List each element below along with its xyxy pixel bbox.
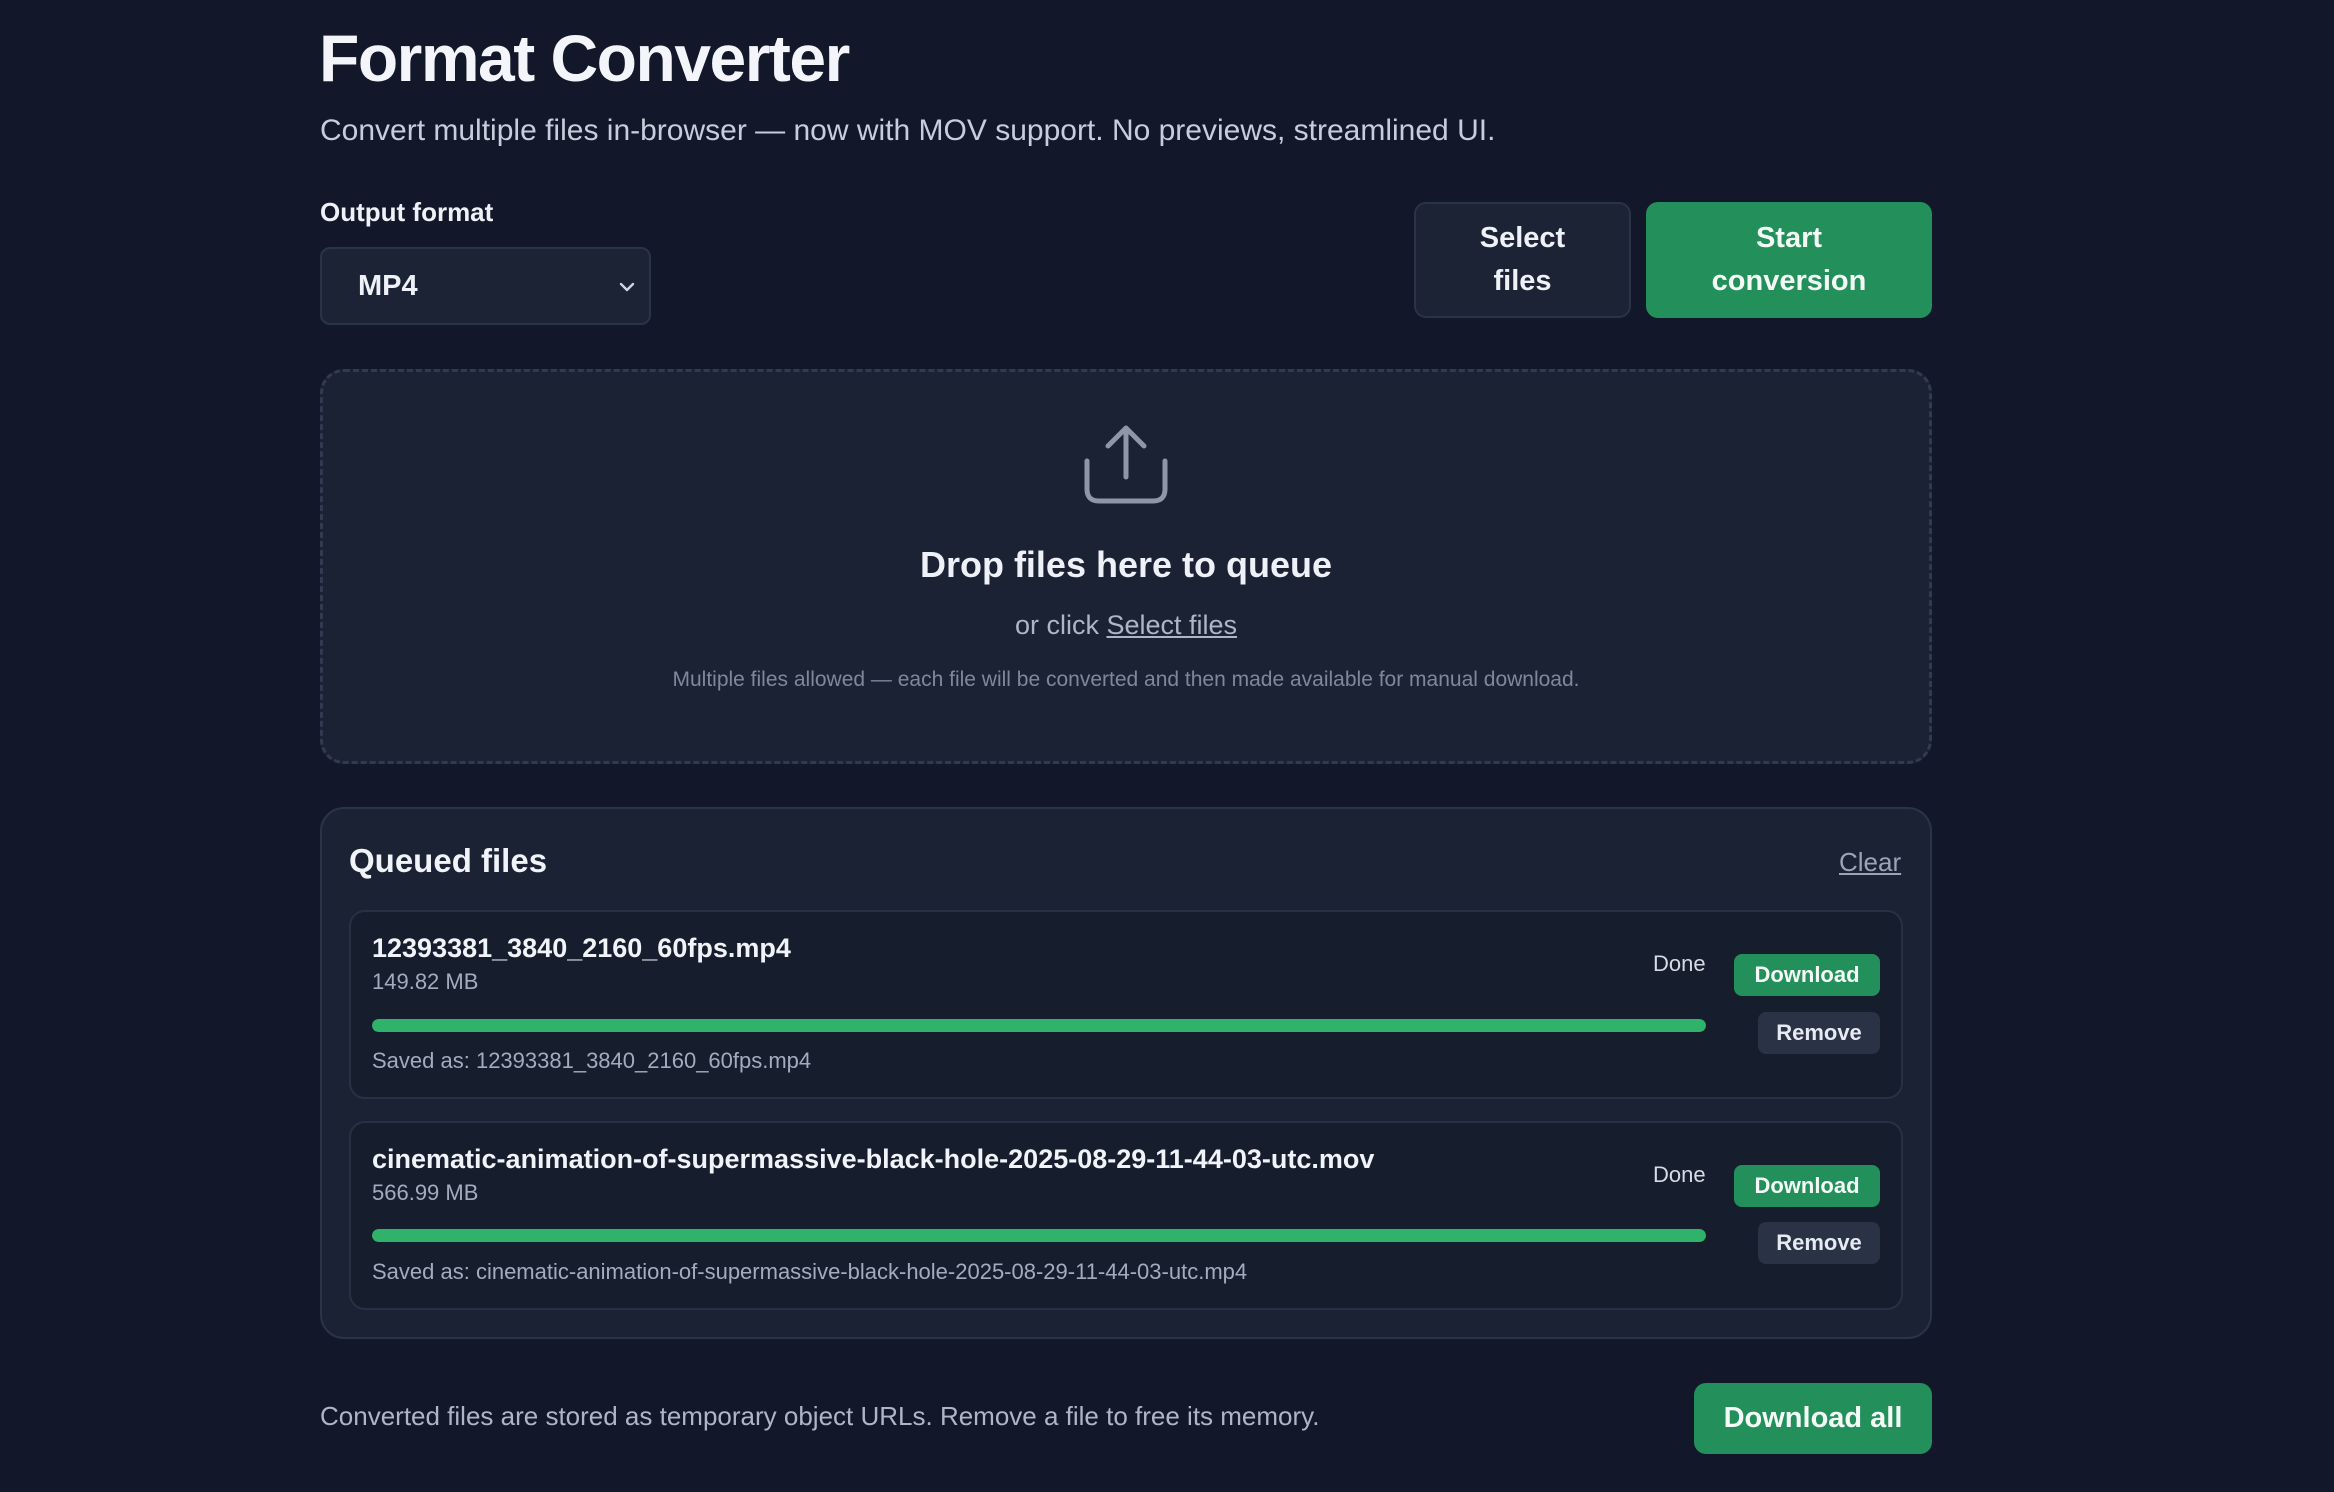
progress-fill <box>372 1229 1706 1242</box>
dropzone-subtitle: or click Select files <box>320 610 1932 641</box>
footer-note: Converted files are stored as temporary … <box>320 1401 1320 1431</box>
dropzone-hint: Multiple files allowed — each file will … <box>672 668 1580 691</box>
file-status: Done <box>1653 1162 1706 1187</box>
file-name: 12393381_3840_2160_60fps.mp4 <box>372 933 791 963</box>
progress-bar <box>372 1019 1706 1032</box>
output-format-select[interactable]: MP4 <box>320 247 651 325</box>
start-conversion-button[interactable]: Start conversion <box>1646 202 1932 318</box>
file-size: 566.99 MB <box>372 1180 479 1205</box>
remove-button[interactable]: Remove <box>1758 1012 1880 1054</box>
page-title: Format Converter <box>319 21 850 95</box>
chevron-down-icon <box>619 282 635 292</box>
download-button[interactable]: Download <box>1734 954 1880 996</box>
clear-queue-link[interactable]: Clear <box>1839 847 1901 878</box>
download-all-button[interactable]: Download all <box>1694 1383 1932 1454</box>
select-files-link[interactable]: Select files <box>1106 610 1237 640</box>
upload-icon <box>1084 425 1168 504</box>
saved-as-text: Saved as: cinematic-animation-of-superma… <box>372 1259 1248 1284</box>
progress-bar <box>372 1229 1706 1242</box>
file-name: cinematic-animation-of-supermassive-blac… <box>372 1144 1375 1174</box>
output-format-value: MP4 <box>358 269 418 302</box>
page-subtitle: Convert multiple files in-browser — now … <box>320 114 1496 147</box>
queue-title: Queued files <box>349 842 548 879</box>
file-size: 149.82 MB <box>372 969 479 994</box>
remove-button[interactable]: Remove <box>1758 1222 1880 1264</box>
saved-as-text: Saved as: 12393381_3840_2160_60fps.mp4 <box>372 1048 812 1073</box>
output-format-label: Output format <box>320 197 494 227</box>
download-button[interactable]: Download <box>1734 1165 1880 1207</box>
progress-fill <box>372 1019 1706 1032</box>
select-files-button[interactable]: Select files <box>1414 202 1631 318</box>
dropzone-or-click: or click <box>1014 610 1099 640</box>
file-status: Done <box>1653 951 1706 976</box>
dropzone-title: Drop files here to queue <box>919 544 1333 585</box>
